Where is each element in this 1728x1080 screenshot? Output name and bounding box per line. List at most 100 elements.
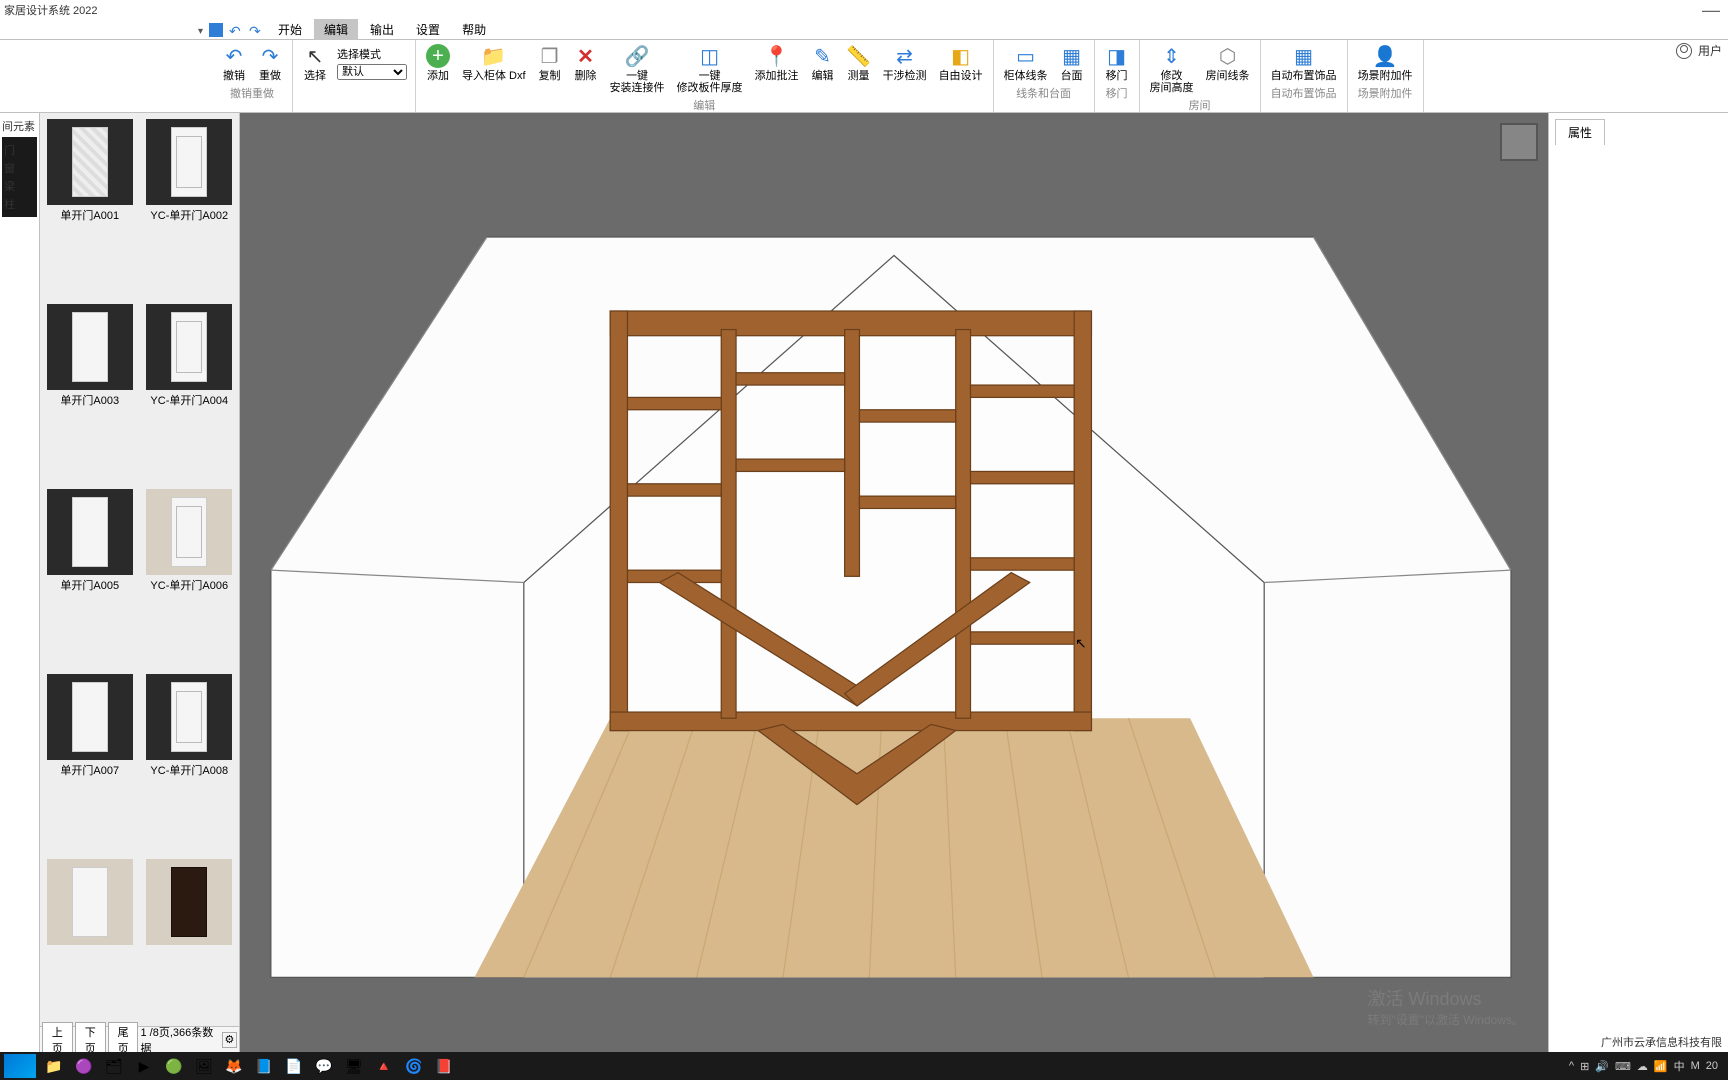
ribbon-group-label: 场景附加件	[1348, 84, 1423, 103]
edit-button[interactable]: ✎ 编辑	[805, 42, 841, 96]
thumb-preview	[47, 859, 133, 945]
thumb-item[interactable]: YC-单开门A002	[144, 119, 236, 296]
qat-dropdown[interactable]	[198, 23, 203, 37]
taskbar-app-6[interactable]: 🦊	[220, 1054, 248, 1078]
thumb-label: 单开门A005	[60, 575, 119, 595]
measure-button[interactable]: 📏 测量	[841, 42, 877, 96]
sliding-door-button[interactable]: ◨移门	[1099, 42, 1135, 84]
thumb-preview	[146, 859, 232, 945]
taskbar-app-9[interactable]: 💬	[310, 1054, 338, 1078]
menu-edit[interactable]: 编辑	[314, 19, 358, 40]
cabinet-line-button[interactable]: ▭柜体线条	[998, 42, 1054, 84]
auto-decor-button-label: 自动布置饰品	[1271, 70, 1337, 82]
taskbar-app-10[interactable]: 🖥	[340, 1054, 368, 1078]
thumb-item[interactable]	[44, 859, 136, 1020]
select-button[interactable]: ↖选择	[297, 42, 333, 84]
taskbar-app-11[interactable]: 🔺	[370, 1054, 398, 1078]
tree-beam[interactable]: 梁	[4, 177, 35, 195]
ribbon-group-label: 线条和台面	[994, 84, 1094, 103]
taskbar-app-12[interactable]: 🌀	[400, 1054, 428, 1078]
taskbar-app-4[interactable]: 🟢	[160, 1054, 188, 1078]
menu-settings[interactable]: 设置	[406, 19, 450, 40]
minimize-icon[interactable]: —	[1702, 0, 1720, 21]
select-mode-dropdown[interactable]: 默认	[337, 64, 407, 80]
add-button[interactable]: +添加	[420, 42, 456, 96]
properties-tab[interactable]: 属性	[1555, 119, 1605, 145]
view-cube-icon[interactable]	[1500, 123, 1538, 161]
tray-clock[interactable]: 20	[1706, 1060, 1718, 1072]
taskbar-app-5[interactable]: 🖼	[190, 1054, 218, 1078]
thumb-item[interactable]: YC-单开门A006	[144, 489, 236, 666]
pager-settings-icon[interactable]: ⚙	[222, 1032, 237, 1048]
room-height-button[interactable]: ⇕修改 房间高度	[1144, 42, 1200, 96]
taskbar-app-8[interactable]: 📄	[280, 1054, 308, 1078]
taskbar-app-1[interactable]: 🟣	[70, 1054, 98, 1078]
scene-addon-button[interactable]: 👤场景附加件	[1352, 42, 1419, 84]
thumb-item[interactable]: YC-单开门A008	[144, 674, 236, 851]
tray-icon-4[interactable]: ☁	[1637, 1060, 1648, 1073]
countertop-button-label: 台面	[1061, 70, 1083, 82]
modify-thickness-button[interactable]: ◫一键 修改板件厚度	[671, 42, 749, 96]
thumb-item[interactable]	[144, 859, 236, 1020]
tree-room-elements[interactable]: 间元素	[2, 117, 37, 135]
tray-icon-1[interactable]: ⊞	[1580, 1060, 1589, 1073]
free-design-button[interactable]: ◧自由设计	[933, 42, 989, 96]
thumb-item[interactable]: 单开门A005	[44, 489, 136, 666]
thumb-item[interactable]: 单开门A003	[44, 304, 136, 481]
thumb-item[interactable]: 单开门A007	[44, 674, 136, 851]
copy-button[interactable]: ❐复制	[532, 42, 568, 96]
tray-icon-7[interactable]: M	[1691, 1060, 1700, 1072]
install-connector-button[interactable]: 🔗一键 安装连接件	[604, 42, 671, 96]
tree-door[interactable]: 门	[4, 141, 35, 159]
copy-button-icon: ❐	[538, 44, 562, 68]
thumb-label: YC-单开门A006	[150, 575, 228, 595]
edit-button-label: 编辑	[812, 70, 834, 82]
taskbar-app-13[interactable]: 📕	[430, 1054, 458, 1078]
measure-button-icon: 📏	[847, 44, 871, 68]
redo-button[interactable]: ↷重做	[252, 42, 288, 84]
edit-button-icon: ✎	[811, 44, 835, 68]
thumb-preview	[47, 489, 133, 575]
user-icon[interactable]	[1676, 43, 1692, 59]
tray-icon-2[interactable]: 🔊	[1595, 1060, 1609, 1073]
room-line-button[interactable]: ⬡房间线条	[1200, 42, 1256, 96]
import-dxf-button-icon: 📁	[482, 44, 506, 68]
menu-output[interactable]: 输出	[360, 19, 404, 40]
qat-undo-icon[interactable]	[229, 23, 243, 37]
tree-window[interactable]: 窗	[4, 159, 35, 177]
save-icon[interactable]	[209, 23, 223, 37]
tray-icon-0[interactable]: ^	[1569, 1060, 1574, 1072]
start-button[interactable]	[4, 1054, 36, 1078]
ribbon-group-label	[293, 84, 415, 87]
measure-button-label: 测量	[848, 70, 870, 82]
menu-help[interactable]: 帮助	[452, 19, 496, 40]
footer-company: 广州市云承信息科技有限	[1601, 1034, 1722, 1050]
taskbar-app-2[interactable]: 🗂	[100, 1054, 128, 1078]
menu-start[interactable]: 开始	[268, 19, 312, 40]
add-button-label: 添加	[427, 70, 449, 82]
delete-button[interactable]: ✕删除	[568, 42, 604, 96]
pager-info: 1 /8页,366条数据	[140, 1024, 219, 1056]
tray-icon-3[interactable]: ⌨	[1615, 1060, 1631, 1073]
collision-check-button[interactable]: ⇄干涉检测	[877, 42, 933, 96]
taskbar-app-3[interactable]: ▶	[130, 1054, 158, 1078]
thumb-preview	[146, 489, 232, 575]
user-label[interactable]: 用户	[1698, 42, 1722, 59]
countertop-button[interactable]: ▦台面	[1054, 42, 1090, 84]
install-connector-button-icon: 🔗	[625, 44, 649, 68]
qat-redo-icon[interactable]	[249, 23, 263, 37]
tray-icon-6[interactable]: 中	[1674, 1058, 1685, 1074]
ribbon-group-label: 撤销重做	[212, 84, 292, 103]
taskbar-app-7[interactable]: 📘	[250, 1054, 278, 1078]
tray-icon-5[interactable]: 📶	[1654, 1060, 1668, 1073]
taskbar-app-0[interactable]: 📁	[40, 1054, 68, 1078]
undo-button[interactable]: ↶撤销	[216, 42, 252, 84]
tree-column[interactable]: 柱	[4, 195, 35, 213]
viewport-3d[interactable]: ↖ 激活 Windows 转到"设置"以激活 Windows。	[240, 113, 1548, 1052]
add-batch-button[interactable]: 📍添加批注	[749, 42, 805, 96]
import-dxf-button[interactable]: 📁导入柜体 Dxf	[456, 42, 532, 96]
thumb-item[interactable]: YC-单开门A004	[144, 304, 236, 481]
sliding-door-button-icon: ◨	[1105, 44, 1129, 68]
auto-decor-button[interactable]: ▦自动布置饰品	[1265, 42, 1343, 84]
thumb-item[interactable]: 单开门A001	[44, 119, 136, 296]
